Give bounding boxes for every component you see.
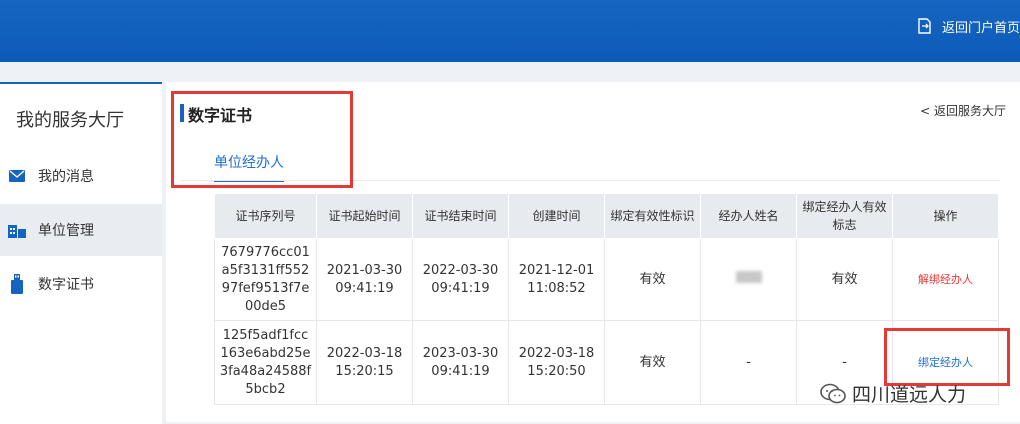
created-time-cell: 2022-03-18 15:20:50 (508, 320, 605, 405)
cert-start-cell: 2022-03-18 15:20:15 (316, 320, 413, 405)
usb-key-icon (8, 274, 26, 294)
binding-valid-cell: 有效 (604, 320, 701, 405)
table-header-row: 证书序列号 证书起始时间 证书结束时间 创建时间 绑定有效性标识 经办人姓名 绑… (214, 193, 999, 239)
cert-start-cell: 2021-03-30 09:41:19 (316, 238, 413, 321)
agent-name-cell: - (700, 320, 797, 405)
cert-serial-cell: 125f5adf1fcc163e6abd25e3fa48a24588f5bcb2 (214, 320, 317, 405)
binding-valid-cell: 有效 (604, 238, 701, 321)
cert-serial-cell: 7679776cc01a5f3131ff55297fef9513f7e00de5 (214, 238, 317, 321)
sidebar-item-label: 我的消息 (38, 169, 94, 185)
top-header-bar: 返回门户首页 (0, 0, 1020, 62)
page-title: 数字证书 (188, 106, 253, 125)
created-time-cell: 2021-12-01 11:08:52 (508, 238, 605, 321)
agent-valid-cell: 有效 (796, 238, 893, 321)
main-panel: 数字证书 < 返回服务大厅 单位经办人 证书序列号 证书起始时间 证书结束时间 … (166, 82, 1020, 422)
agent-name-cell (700, 238, 797, 321)
action-cell: 解绑经办人 (892, 238, 999, 321)
column-header: 经办人姓名 (700, 193, 797, 239)
column-header: 证书序列号 (214, 193, 317, 239)
back-to-service-hall-link[interactable]: < 返回服务大厅 (920, 102, 1006, 119)
column-header: 证书起始时间 (316, 193, 413, 239)
sidebar-item-messages[interactable]: 我的消息 (0, 150, 162, 202)
tab-unit-agent[interactable]: 单位经办人 (214, 152, 284, 182)
return-portal-link[interactable]: 返回门户首页 (918, 14, 1020, 38)
cert-end-cell: 2023-03-30 09:41:19 (412, 320, 509, 405)
sidebar: 我的服务大厅 我的消息 单位管理 数字证书 (0, 82, 162, 424)
cert-end-cell: 2022-03-30 09:41:19 (412, 238, 509, 321)
tab-divider (180, 180, 1000, 181)
certificate-table: 证书序列号 证书起始时间 证书结束时间 创建时间 绑定有效性标识 经办人姓名 绑… (214, 193, 999, 405)
sidebar-item-label: 数字证书 (38, 277, 94, 293)
wechat-icon (820, 383, 846, 403)
bind-agent-button[interactable]: 绑定经办人 (918, 356, 973, 369)
building-icon (8, 221, 26, 239)
column-header: 绑定有效性标识 (604, 193, 701, 239)
return-portal-label: 返回门户首页 (941, 20, 1020, 36)
table-row: 7679776cc01a5f3131ff55297fef9513f7e00de5… (214, 238, 999, 321)
envelope-icon (8, 167, 26, 185)
sidebar-title: 我的服务大厅 (16, 110, 124, 131)
column-header: 绑定经办人有效标志 (796, 193, 893, 239)
unbind-agent-button[interactable]: 解绑经办人 (918, 273, 973, 286)
column-header: 操作 (892, 193, 999, 239)
sidebar-item-label: 单位管理 (38, 223, 94, 239)
wechat-watermark: 四川道远人力 (820, 380, 966, 407)
blurred-agent-name (735, 270, 762, 283)
sidebar-item-unit-management[interactable]: 单位管理 (0, 204, 162, 256)
column-header: 创建时间 (508, 193, 605, 239)
sidebar-item-digital-certificate[interactable]: 数字证书 (0, 258, 162, 310)
title-accent-bar (180, 104, 184, 122)
column-header: 证书结束时间 (412, 193, 509, 239)
exit-icon (918, 18, 931, 34)
watermark-text: 四川道远人力 (852, 384, 967, 406)
